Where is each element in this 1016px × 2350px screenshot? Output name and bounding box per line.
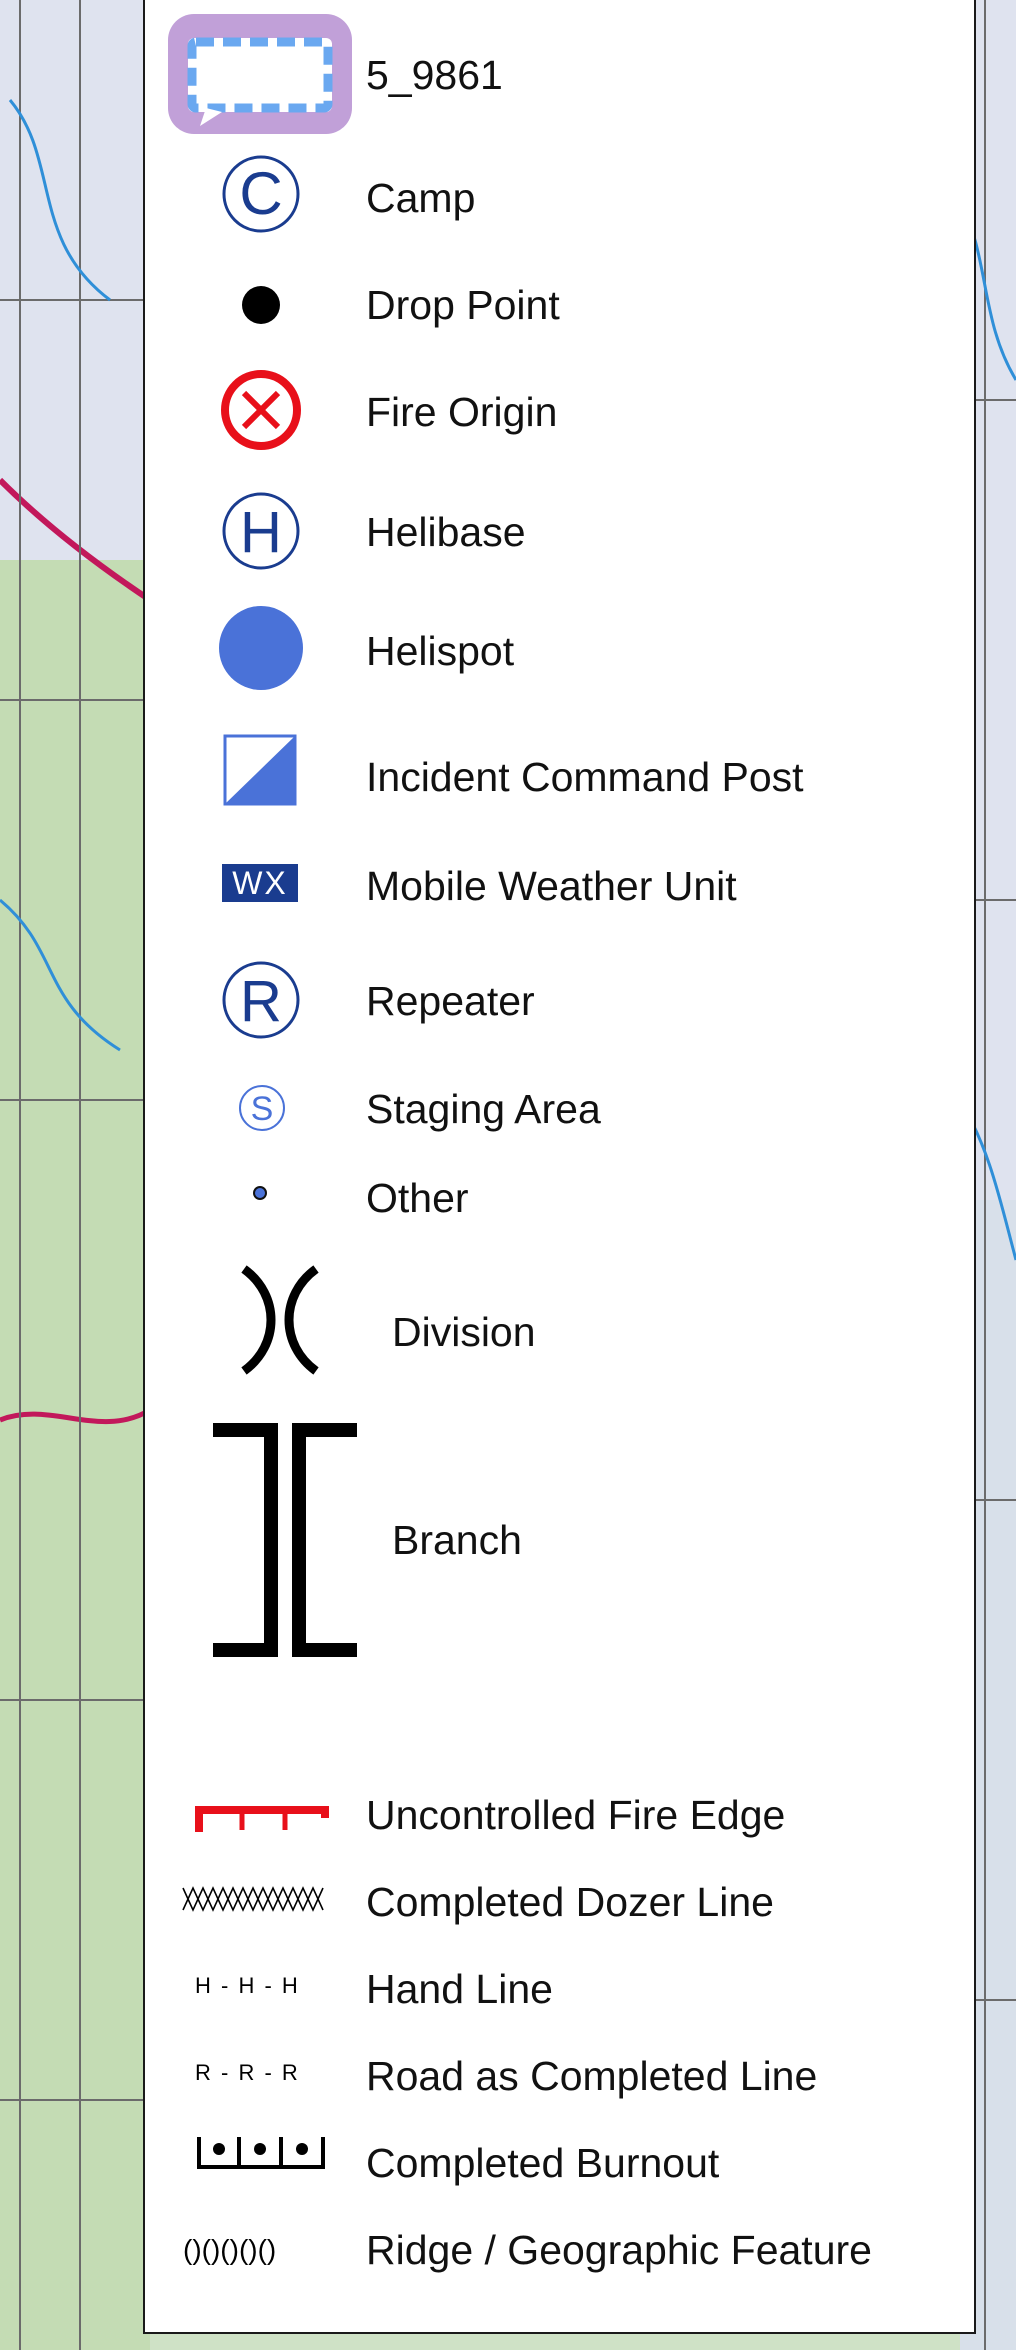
branch-break-icon <box>211 1423 359 1657</box>
ridge-line-icon: ()()()()() <box>183 2234 277 2265</box>
legend-item-label: Completed Dozer Line <box>366 1879 774 1925</box>
dozer-line-icon <box>181 1886 327 1912</box>
camp-c-icon: C <box>220 153 302 235</box>
svg-text:R: R <box>240 969 282 1034</box>
svg-text:C: C <box>239 160 282 227</box>
legend-item-label: Ridge / Geographic Feature <box>366 2227 872 2273</box>
fire-origin-icon <box>218 370 304 450</box>
division-break-icon <box>240 1265 320 1375</box>
staging-s-icon: S <box>237 1083 287 1133</box>
helibase-h-icon: H <box>220 490 302 572</box>
legend-item-label: Staging Area <box>366 1086 601 1132</box>
legend-item-label: Road as Completed Line <box>366 2053 818 2099</box>
hand-line-icon: H - H - H <box>195 1973 300 1998</box>
icp-flag-icon <box>223 734 299 808</box>
legend-item-label: Other <box>366 1175 469 1221</box>
helispot-circle-icon <box>218 605 304 691</box>
highlight-speech-icon <box>162 8 358 140</box>
drop-point-dot-icon <box>241 285 281 325</box>
repeater-r-icon: R <box>220 959 302 1041</box>
svg-text:S: S <box>251 1090 274 1128</box>
weather-unit-icon: WX <box>222 864 298 902</box>
svg-text:H: H <box>240 500 282 565</box>
map-legend-panel: 5_9861 C Camp Drop Point Fire Origin H H… <box>143 0 976 2334</box>
legend-item-label: Completed Burnout <box>366 2140 720 2186</box>
legend-item-label: Mobile Weather Unit <box>366 863 737 909</box>
legend-item-label: Repeater <box>366 978 535 1024</box>
legend-item-label: Helibase <box>366 509 526 555</box>
road-line-icon: R - R - R <box>195 2060 300 2085</box>
legend-item-label: Branch <box>392 1517 522 1563</box>
burnout-line-icon <box>195 2131 327 2171</box>
legend-item-label: Fire Origin <box>366 389 558 435</box>
legend-item-label: Helispot <box>366 628 515 674</box>
other-dot-icon <box>252 1185 268 1201</box>
legend-item-label: Uncontrolled Fire Edge <box>366 1792 786 1838</box>
legend-item-label: Camp <box>366 175 476 221</box>
legend-item-label: Incident Command Post <box>366 754 804 800</box>
legend-item-label: Drop Point <box>366 282 560 328</box>
legend-item-label: Hand Line <box>366 1966 553 2012</box>
legend-title: 5_9861 <box>366 52 503 98</box>
legend-item-label: Division <box>392 1309 536 1355</box>
uncontrolled-edge-icon <box>195 1804 329 1834</box>
